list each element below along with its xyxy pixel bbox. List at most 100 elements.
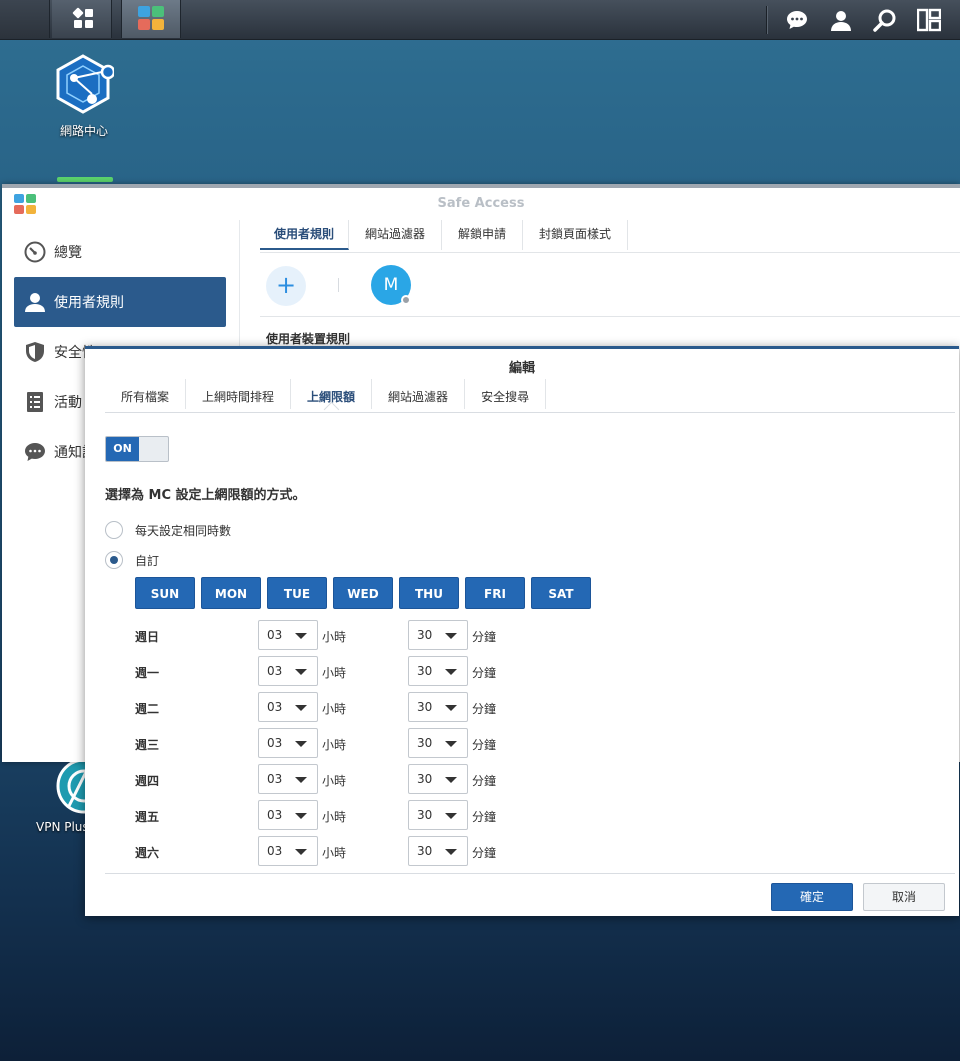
sidebar-item-label: 活動 (54, 395, 82, 411)
gauge-icon (24, 241, 46, 263)
search-icon[interactable] (873, 8, 897, 32)
row-day-label: 週二 (135, 702, 160, 716)
chevron-down-icon (295, 849, 307, 855)
minutes-unit: 分鐘 (472, 702, 497, 716)
network-center-icon[interactable] (52, 54, 114, 116)
widgets-icon[interactable] (917, 8, 941, 32)
hours-select[interactable]: 03 (258, 800, 318, 830)
chevron-down-icon (295, 669, 307, 675)
chat-icon (24, 441, 46, 463)
minutes-select[interactable]: 30 (408, 800, 468, 830)
minutes-select[interactable]: 30 (408, 728, 468, 758)
chevron-down-icon (445, 849, 457, 855)
tab-time-quota[interactable]: 上網限額 (291, 379, 373, 409)
hours-value: 03 (267, 844, 283, 858)
row-day-label: 週六 (135, 846, 160, 860)
dialog-title: 編輯 (508, 361, 535, 376)
chevron-down-icon (445, 813, 457, 819)
day-button-mon[interactable]: MON (201, 577, 261, 609)
chat-icon[interactable] (785, 8, 809, 32)
quota-row-tue: 週二 03 小時 30 分鐘 (135, 692, 635, 724)
sidebar-item-label: 總覽 (54, 245, 82, 261)
running-indicator (57, 177, 113, 182)
minutes-select[interactable]: 30 (408, 764, 468, 794)
minutes-value: 30 (417, 628, 433, 642)
section-title: 使用者裝置規則 (266, 332, 351, 346)
main-menu-button[interactable] (52, 0, 112, 38)
minutes-select[interactable]: 30 (408, 656, 468, 686)
minutes-select[interactable]: 30 (408, 620, 468, 650)
radio-button[interactable] (105, 551, 123, 569)
minutes-select[interactable]: 30 (408, 836, 468, 866)
hours-unit: 小時 (322, 774, 347, 788)
row-day-label: 週四 (135, 774, 160, 788)
chevron-down-icon (445, 669, 457, 675)
quota-row-sun: 週日 03 小時 30 分鐘 (135, 620, 635, 652)
tab-web-filter[interactable]: 網站過濾器 (349, 220, 443, 250)
radio-same-hours[interactable]: 每天設定相同時數 (105, 521, 231, 539)
minutes-value: 30 (417, 664, 433, 678)
grid-icon (72, 7, 94, 29)
radio-label: 每天設定相同時數 (135, 523, 232, 538)
hours-value: 03 (267, 736, 283, 750)
quota-toggle[interactable]: ON (105, 436, 169, 462)
safe-access-icon (138, 6, 166, 32)
window-title: Safe Access (437, 196, 525, 211)
hours-unit: 小時 (322, 846, 347, 860)
row-day-label: 週五 (135, 810, 160, 824)
add-profile-button[interactable]: + (266, 266, 306, 306)
show-desktop-button[interactable] (0, 0, 50, 38)
network-center-label[interactable]: 網路中心 (48, 122, 120, 139)
sidebar-item-label: 使用者規則 (54, 295, 124, 311)
chevron-down-icon (445, 705, 457, 711)
hours-select[interactable]: 03 (258, 764, 318, 794)
edit-dialog: 編輯 所有檔案 上網時間排程 上網限額 網站過濾器 安全搜尋 ON 選擇為 MC… (85, 346, 959, 916)
day-button-thu[interactable]: THU (399, 577, 459, 609)
user-icon[interactable] (829, 8, 853, 32)
radio-label: 自訂 (135, 553, 160, 568)
status-dot (401, 295, 411, 305)
tab-all-files[interactable]: 所有檔案 (105, 379, 187, 409)
minutes-select[interactable]: 30 (408, 692, 468, 722)
hours-select[interactable]: 03 (258, 728, 318, 758)
tab-web-filter[interactable]: 網站過濾器 (372, 379, 466, 409)
minutes-value: 30 (417, 808, 433, 822)
sidebar-item-user-rules[interactable]: 使用者規則 (14, 277, 226, 327)
minutes-unit: 分鐘 (472, 738, 497, 752)
tab-block-page-style[interactable]: 封鎖頁面樣式 (523, 220, 629, 250)
day-button-tue[interactable]: TUE (267, 577, 327, 609)
taskbar-safe-access-button[interactable] (121, 0, 181, 38)
day-button-sat[interactable]: SAT (531, 577, 591, 609)
hours-select[interactable]: 03 (258, 836, 318, 866)
sidebar-item-overview[interactable]: 總覽 (14, 228, 226, 276)
quota-row-sat: 週六 03 小時 30 分鐘 (135, 836, 635, 868)
day-button-fri[interactable]: FRI (465, 577, 525, 609)
tab-unblock-requests[interactable]: 解鎖申請 (442, 220, 524, 250)
hours-unit: 小時 (322, 810, 347, 824)
quota-row-fri: 週五 03 小時 30 分鐘 (135, 800, 635, 832)
taskbar-separator (766, 6, 767, 34)
minutes-unit: 分鐘 (472, 774, 497, 788)
toolbar-separator (338, 278, 339, 292)
hours-value: 03 (267, 628, 283, 642)
ok-button[interactable]: 確定 (771, 883, 853, 911)
user-icon (24, 291, 46, 313)
shield-icon (24, 341, 46, 363)
radio-custom[interactable]: 自訂 (105, 551, 159, 569)
cancel-button[interactable]: 取消 (863, 883, 945, 911)
day-button-wed[interactable]: WED (333, 577, 393, 609)
minutes-unit: 分鐘 (472, 846, 497, 860)
hours-select[interactable]: 03 (258, 620, 318, 650)
day-button-sun[interactable]: SUN (135, 577, 195, 609)
tab-safe-search[interactable]: 安全搜尋 (465, 379, 547, 409)
tab-user-rules[interactable]: 使用者規則 (260, 220, 350, 250)
tab-time-schedule[interactable]: 上網時間排程 (186, 379, 292, 409)
hours-value: 03 (267, 700, 283, 714)
hours-select[interactable]: 03 (258, 692, 318, 722)
taskbar (0, 0, 960, 40)
hours-value: 03 (267, 772, 283, 786)
radio-button[interactable] (105, 521, 123, 539)
hours-select[interactable]: 03 (258, 656, 318, 686)
day-selector: SUN MON TUE WED THU FRI SAT (135, 577, 597, 609)
chevron-down-icon (445, 633, 457, 639)
